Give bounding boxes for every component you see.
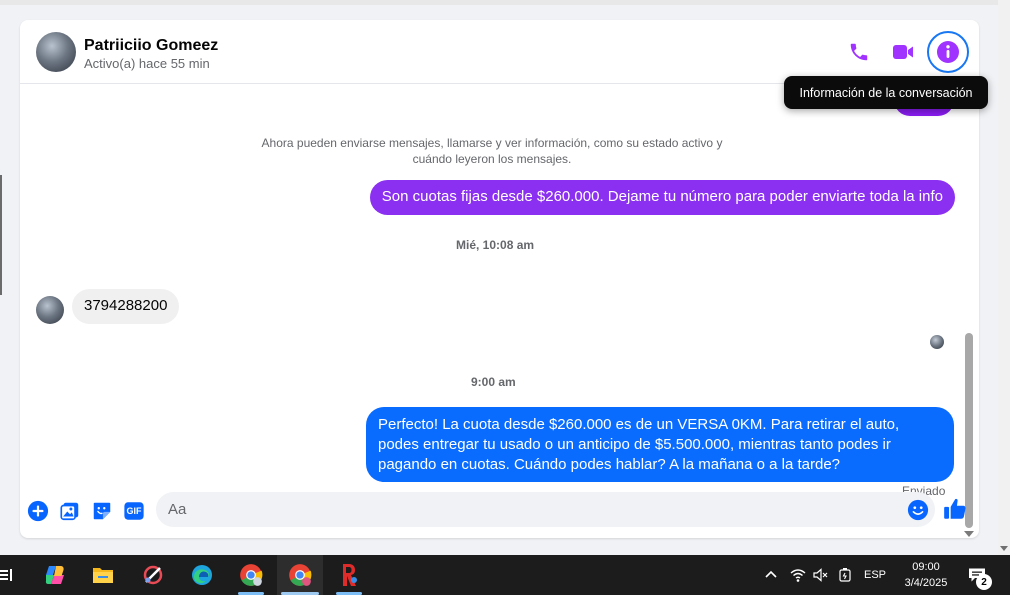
battery-status[interactable] (838, 555, 852, 595)
video-call-button[interactable] (883, 32, 923, 72)
chrome-icon (289, 564, 312, 586)
conversation-info-button[interactable] (927, 31, 969, 73)
info-icon (937, 41, 959, 63)
browser-top-strip (0, 0, 998, 5)
chrome-icon (240, 564, 263, 586)
contact-name[interactable]: Patriiciio Gomeez (84, 37, 218, 55)
outgoing-message[interactable]: Son cuotas fijas desde $260.000. Dejame … (369, 180, 955, 215)
page-scrollbar[interactable] (998, 0, 1010, 555)
window-left-edge (0, 175, 2, 295)
folder-icon (93, 568, 113, 583)
send-like-button[interactable] (942, 496, 970, 524)
emoji-icon (907, 499, 929, 521)
audio-call-button[interactable] (839, 32, 879, 72)
taskbar: ESP 09:00 3/4/2025 (0, 555, 1010, 595)
network-status[interactable] (790, 555, 806, 595)
chat-header: Patriiciio Gomeez Activo(a) hace 55 min (20, 20, 979, 84)
system-clock[interactable]: 09:00 3/4/2025 (893, 559, 959, 591)
taskbar-copilot[interactable] (32, 555, 78, 595)
gif-label: GIF (126, 506, 142, 516)
system-notice: Ahora pueden enviarse mensajes, llamarse… (261, 136, 723, 166)
taskbar-snipping-tool[interactable] (130, 555, 176, 595)
video-camera-icon (893, 45, 913, 59)
snipping-tool-icon (143, 565, 163, 585)
taskbar-chrome-profile-1[interactable] (228, 555, 274, 595)
attach-photo-button[interactable] (57, 498, 83, 524)
taskbar-app-red[interactable] (326, 555, 372, 595)
page-scroll-down-arrow[interactable] (1000, 546, 1008, 551)
photo-icon (60, 502, 79, 521)
message-input-container (156, 492, 935, 527)
taskbar-file-explorer[interactable] (80, 555, 126, 595)
incoming-message[interactable]: 3794288200 (72, 289, 180, 324)
sticker-icon (93, 502, 111, 520)
taskbar-edge[interactable] (179, 555, 225, 595)
task-view-icon (0, 569, 12, 581)
sticker-button[interactable] (89, 498, 115, 524)
message-timestamp: 9:00 am (471, 375, 516, 389)
read-receipt-avatar (930, 335, 944, 349)
outgoing-message[interactable]: Perfecto! La cuota desde $260.000 es de … (366, 407, 954, 482)
phone-icon (850, 43, 868, 61)
input-language[interactable]: ESP (864, 555, 886, 595)
battery-plug-icon (839, 568, 851, 582)
speaker-muted-icon (813, 568, 828, 582)
more-actions-button[interactable] (25, 498, 51, 524)
system-tray-expand[interactable] (764, 555, 778, 595)
gif-button[interactable]: GIF (121, 498, 147, 524)
app-icon (343, 564, 357, 586)
copilot-icon (45, 566, 64, 584)
emoji-button[interactable] (907, 499, 929, 521)
plus-circle-icon (27, 500, 49, 522)
clock-date: 3/4/2025 (904, 577, 948, 589)
info-tooltip: Información de la conversación (784, 76, 988, 109)
clock-time: 09:00 (912, 561, 940, 573)
message-list: Ahora pueden enviarse mensajes, llamarse… (20, 85, 979, 537)
taskbar-chrome-profile-2[interactable] (277, 555, 323, 595)
contact-status: Activo(a) hace 55 min (84, 56, 210, 71)
message-composer: GIF (20, 485, 979, 538)
volume-control[interactable] (812, 555, 828, 595)
edge-icon (192, 565, 212, 585)
notification-count-badge: 2 (976, 574, 992, 590)
message-input[interactable] (156, 492, 935, 527)
thumbs-up-icon (944, 498, 966, 519)
task-view-button[interactable] (0, 555, 28, 595)
message-timestamp: Mié, 10:08 am (456, 238, 535, 252)
wifi-icon (790, 569, 806, 582)
chevron-up-icon (765, 570, 777, 578)
sender-avatar[interactable] (36, 296, 64, 324)
contact-avatar[interactable] (36, 32, 76, 72)
